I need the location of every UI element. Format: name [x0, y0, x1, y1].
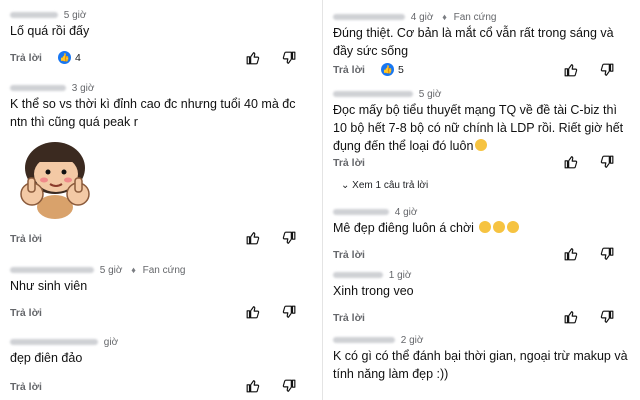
- comment-time: 2 giờ: [400, 335, 424, 346]
- comment-time: 1 giờ: [388, 270, 412, 281]
- comment-text: K thể so vs thời kì đỉnh cao đc nhưng tu…: [10, 97, 296, 129]
- comment-time: giờ: [103, 337, 119, 348]
- thumbs-up-icon[interactable]: [246, 379, 260, 393]
- comment-time: 5 giờ: [63, 10, 87, 21]
- vote-buttons: [246, 231, 296, 245]
- blurred-username: [333, 209, 389, 216]
- vote-buttons: [246, 51, 296, 65]
- comment-text: Đọc mấy bộ tiểu thuyết mạng TQ về đề tài…: [333, 101, 628, 155]
- vote-buttons: [564, 155, 614, 169]
- blurred-username: [10, 85, 66, 92]
- comment-meta: 5 giờ ♦ Fan cứng: [10, 265, 185, 276]
- emoji-icon: [493, 221, 506, 233]
- comment-meta: 1 giờ: [333, 270, 411, 281]
- like-count: 5: [398, 63, 404, 76]
- vote-buttons: [246, 305, 296, 319]
- emoji-icon: [507, 221, 520, 233]
- comment-text-body: Mê đẹp điêng luôn á chời: [333, 221, 474, 235]
- blurred-username: [10, 267, 94, 274]
- diamond-icon: ♦: [442, 12, 447, 22]
- comment-meta: 4 giờ ♦ Fan cứng: [333, 12, 496, 23]
- thumbs-down-icon[interactable]: [282, 231, 296, 245]
- chevron-down-icon: ⌄: [341, 180, 350, 191]
- reply-button[interactable]: Trả lời: [333, 249, 365, 261]
- thumbs-up-icon[interactable]: [564, 155, 578, 169]
- emoji-icon: [475, 139, 488, 151]
- comment-time: 4 giờ: [394, 207, 418, 218]
- comment-text: Lố quá rồi đấy: [10, 24, 90, 38]
- vote-buttons: [564, 63, 614, 77]
- comment-time: 5 giờ: [99, 265, 123, 276]
- comment-meta: 4 giờ: [333, 207, 417, 218]
- comment-meta: 5 giờ: [10, 10, 86, 21]
- sticker-thumbs-up-girl: [20, 142, 90, 219]
- blurred-username: [333, 14, 405, 21]
- reply-button[interactable]: Trả lời: [333, 157, 365, 169]
- blurred-username: [333, 91, 413, 98]
- fan-badge: Fan cứng: [453, 12, 497, 23]
- like-reaction-icon: 👍: [58, 51, 71, 64]
- like-count-badge: 👍 4: [58, 51, 81, 64]
- view-replies-label: Xem 1 câu trả lời: [352, 180, 429, 191]
- reply-button[interactable]: Trả lời: [10, 233, 42, 245]
- blurred-username: [10, 339, 98, 346]
- thumbs-up-icon[interactable]: [564, 310, 578, 324]
- comment-meta: 3 giờ: [10, 83, 94, 94]
- thumbs-down-icon[interactable]: [600, 155, 614, 169]
- comment-time: 5 giờ: [418, 89, 442, 100]
- thumbs-down-icon[interactable]: [600, 247, 614, 261]
- vote-buttons: [246, 379, 296, 393]
- thumbs-up-icon[interactable]: [246, 231, 260, 245]
- thumbs-down-icon[interactable]: [600, 310, 614, 324]
- vote-buttons: [564, 310, 614, 324]
- blurred-username: [10, 12, 58, 19]
- emoji-icon: [479, 221, 492, 233]
- reply-button[interactable]: Trả lời: [10, 381, 42, 393]
- vote-buttons: [564, 247, 614, 261]
- comment-time: 3 giờ: [71, 83, 95, 94]
- reply-button[interactable]: Trả lời: [10, 307, 42, 319]
- comment-text: đẹp điên đảo: [10, 351, 83, 365]
- thumbs-up-icon[interactable]: [246, 51, 260, 65]
- comment-text: Đúng thiệt. Cơ bản là mắt cổ vẫn rất tro…: [333, 26, 614, 58]
- comment-meta: giờ: [10, 337, 118, 348]
- like-reaction-icon: 👍: [381, 63, 394, 76]
- thumbs-down-icon[interactable]: [282, 51, 296, 65]
- comment-text: Mê đẹp điêng luôn á chời: [333, 219, 628, 237]
- comment-meta: 5 giờ: [333, 89, 441, 100]
- thumbs-down-icon[interactable]: [600, 63, 614, 77]
- reply-button[interactable]: Trả lời: [10, 52, 42, 64]
- reply-button[interactable]: Trả lời: [333, 64, 365, 76]
- comment-text: K có gì có thể đánh bại thời gian, ngoại…: [333, 349, 628, 381]
- diamond-icon: ♦: [131, 265, 136, 275]
- thumbs-down-icon[interactable]: [282, 379, 296, 393]
- comment-text: Xinh trong veo: [333, 284, 414, 298]
- comment-time: 4 giờ: [410, 12, 434, 23]
- thumbs-up-icon[interactable]: [564, 63, 578, 77]
- blurred-username: [333, 272, 383, 279]
- view-replies-link[interactable]: ⌄ Xem 1 câu trả lời: [341, 180, 428, 191]
- fan-badge: Fan cứng: [142, 265, 186, 276]
- column-divider: [322, 0, 323, 400]
- like-count-badge: 👍 5: [381, 63, 404, 76]
- blurred-username: [333, 337, 395, 344]
- thumbs-up-icon[interactable]: [246, 305, 260, 319]
- thumbs-up-icon[interactable]: [564, 247, 578, 261]
- thumbs-down-icon[interactable]: [282, 305, 296, 319]
- reply-button[interactable]: Trả lời: [333, 312, 365, 324]
- comment-meta: 2 giờ: [333, 335, 423, 346]
- like-count: 4: [75, 51, 81, 64]
- comment-text: Như sinh viên: [10, 279, 88, 293]
